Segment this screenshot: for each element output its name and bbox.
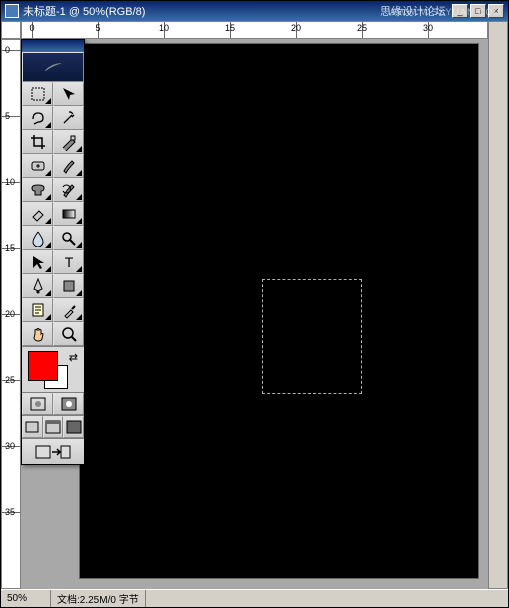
document-info[interactable]: 文档:2.25M/0 字节 (51, 590, 146, 607)
history-brush-tool[interactable] (53, 178, 84, 202)
notes-tool[interactable] (22, 298, 53, 322)
foreground-color-swatch[interactable] (28, 351, 58, 381)
crop-tool[interactable] (22, 130, 53, 154)
app-icon (5, 4, 19, 18)
brush-tool[interactable] (53, 154, 84, 178)
toolbox-panel[interactable]: T ⇄ (21, 39, 85, 465)
vertical-scrollbar[interactable] (488, 21, 508, 589)
marquee-selection[interactable] (262, 279, 362, 394)
gradient-tool[interactable] (53, 202, 84, 226)
hand-tool[interactable] (22, 322, 53, 346)
document-title: 未标题-1 @ 50%(RGB/8) (23, 3, 380, 19)
jump-to-imageready-button[interactable] (22, 438, 84, 464)
ruler-origin[interactable] (1, 21, 21, 39)
eyedropper-tool[interactable] (53, 298, 84, 322)
lasso-tool[interactable] (22, 106, 53, 130)
healing-brush-tool[interactable] (22, 154, 53, 178)
toolbox-header[interactable] (22, 40, 84, 52)
slice-tool[interactable] (53, 130, 84, 154)
vertical-ruler[interactable]: 05101520253035 (1, 39, 21, 589)
magic-wand-tool[interactable] (53, 106, 84, 130)
feather-preview (22, 52, 84, 82)
color-picker-area: ⇄ (22, 346, 84, 392)
dodge-tool[interactable] (53, 226, 84, 250)
move-tool[interactable] (53, 82, 84, 106)
standard-mode-button[interactable] (22, 393, 53, 415)
blur-tool[interactable] (22, 226, 53, 250)
zoom-level[interactable]: 50% (1, 590, 51, 607)
screen-menubar-button[interactable] (43, 416, 64, 438)
screen-full-button[interactable] (63, 416, 84, 438)
canvas-viewport[interactable] (21, 39, 488, 589)
marquee-tool[interactable] (22, 82, 53, 106)
stamp-tool[interactable] (22, 178, 53, 202)
canvas-document[interactable] (79, 43, 479, 579)
eraser-tool[interactable] (22, 202, 53, 226)
url-watermark: WWW.MISSYUAN.COM (388, 7, 502, 17)
path-selection-tool[interactable] (22, 250, 53, 274)
status-bar: 50% 文档:2.25M/0 字节 (1, 589, 508, 607)
quickmask-mode-button[interactable] (53, 393, 84, 415)
zoom-tool[interactable] (53, 322, 84, 346)
screen-standard-button[interactable] (22, 416, 43, 438)
horizontal-ruler[interactable]: 051015202530 (21, 21, 488, 39)
shape-tool[interactable] (53, 274, 84, 298)
type-tool[interactable]: T (53, 250, 84, 274)
pen-tool[interactable] (22, 274, 53, 298)
svg-text:T: T (64, 254, 73, 270)
swap-colors-icon[interactable]: ⇄ (69, 351, 78, 364)
